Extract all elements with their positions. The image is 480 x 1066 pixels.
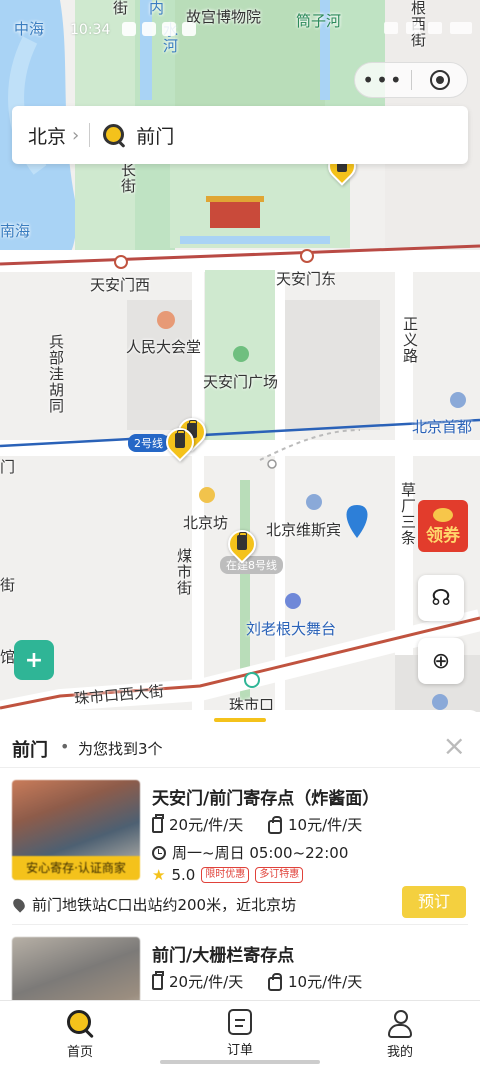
map-label-bingbu-hutong: 兵部洼胡同 <box>47 334 65 414</box>
luggage-icon <box>237 532 247 550</box>
luggage-icon <box>175 430 185 448</box>
chevron-right-icon: › <box>72 124 80 146</box>
signal-icon <box>428 22 442 34</box>
rating-value: 5.0 <box>171 866 196 884</box>
book-button[interactable]: 预订 <box>402 886 466 918</box>
price-suitcase: 20元/件/天 <box>152 813 244 835</box>
price-bag-text: 10元/件/天 <box>288 816 363 834</box>
close-miniprogram-button[interactable] <box>412 70 467 90</box>
map-label-guan: 馆 <box>0 648 16 666</box>
coupon-button[interactable]: 领券 <box>418 500 468 552</box>
headset-icon: ☊ <box>431 585 451 611</box>
locate-button[interactable]: ⊕ <box>418 638 464 684</box>
order-icon <box>228 1009 252 1035</box>
metro-line-2-badge: 2号线 <box>128 434 169 452</box>
bluetooth-icon <box>384 22 398 34</box>
price-bag: 10元/件/天 <box>268 971 362 992</box>
miniprogram-capsule: ••• <box>354 62 468 98</box>
results-title: 前门 <box>12 740 48 761</box>
map-label-tiananmen-east: 天安门东 <box>276 270 337 288</box>
limited-offer-badge: 限时优惠 <box>201 867 250 883</box>
tab-orders[interactable]: 订单 <box>160 1001 320 1066</box>
map-label-beijing-shoudu: 北京首都 <box>412 418 473 436</box>
close-circle-icon <box>429 70 450 90</box>
wifi-icon <box>406 22 420 34</box>
home-indicator <box>160 1060 320 1064</box>
bag-icon <box>268 972 282 991</box>
tab-home[interactable]: 首页 <box>0 1001 160 1066</box>
price-suitcase-text: 20元/件/天 <box>169 816 244 834</box>
map-label-meishi-street: 煤市街 <box>175 548 193 596</box>
star-icon: ★ <box>152 866 166 884</box>
search-bar[interactable]: 北京 › 前门 <box>12 106 468 164</box>
map-label-tiananmen-square: 天安门广场 <box>203 373 279 391</box>
status-bar: 10:34 <box>0 14 480 44</box>
store-photo <box>12 937 140 1002</box>
store-address: 前门地铁站C口出站约200米，近北京坊 <box>10 894 297 915</box>
suitcase-icon <box>152 970 164 990</box>
customer-service-button[interactable]: ☊ <box>418 575 464 621</box>
more-menu-button[interactable]: ••• <box>355 62 411 98</box>
storage-pin[interactable] <box>160 422 200 464</box>
tab-profile[interactable]: 我的 <box>320 1001 480 1066</box>
tab-home-label: 首页 <box>66 1045 93 1060</box>
business-hours: 周一~周日 05:00~22:00 <box>152 842 348 863</box>
multi-order-badge: 多订特惠 <box>255 867 304 883</box>
map-label-tiananmen-west: 天安门西 <box>90 276 151 294</box>
clock-icon <box>152 845 166 860</box>
locate-icon: ⊕ <box>431 648 451 674</box>
bag-icon <box>268 815 282 834</box>
price-bag: 10元/件/天 <box>268 814 362 835</box>
map-label-left-jie: 街 <box>0 576 16 594</box>
store-name: 天安门/前门寄存点（炸酱面） <box>152 789 380 809</box>
results-count: 为您找到3个 <box>78 740 163 758</box>
map-label-caochang: 草厂三条 <box>399 482 417 546</box>
search-divider <box>89 123 91 147</box>
map-label-liulaogen: 刘老根大舞台 <box>246 620 337 638</box>
sheet-header: 前门 • 为您找到3个 × <box>0 728 480 768</box>
sheet-drag-handle[interactable] <box>214 718 266 722</box>
suitcase-icon <box>152 813 164 833</box>
tab-profile-label: 我的 <box>386 1045 413 1060</box>
location-pin-icon <box>10 896 28 913</box>
card-divider <box>12 924 468 925</box>
bottom-tab-bar: 首页 订单 我的 <box>0 1000 480 1066</box>
system-icons <box>384 22 472 34</box>
status-time: 10:34 <box>70 22 111 38</box>
user-icon <box>387 1009 413 1038</box>
map-label-men: 门 <box>0 458 16 476</box>
price-suitcase-text: 20元/件/天 <box>169 973 244 991</box>
store-photo: 安心寄存·认证商家 <box>12 780 140 880</box>
map-label-weisibin: 北京维斯宾 <box>266 521 342 539</box>
business-hours-text: 周一~周日 05:00~22:00 <box>172 844 349 862</box>
store-name: 前门/大栅栏寄存点 <box>152 946 295 966</box>
close-icon[interactable]: × <box>443 732 466 760</box>
result-card[interactable]: 前门/大栅栏寄存点 20元/件/天 10元/件/天 <box>0 937 480 1002</box>
city-selector[interactable]: 北京 <box>12 122 66 149</box>
price-bag-text: 10元/件/天 <box>288 973 363 991</box>
home-search-icon <box>66 1009 94 1037</box>
result-card[interactable]: 安心寄存·认证商家 天安门/前门寄存点（炸酱面） 20元/件/天 10元/件/天… <box>0 780 480 930</box>
certified-merchant-tag: 安心寄存·认证商家 <box>12 856 140 880</box>
shield-icon[interactable]: + <box>14 640 54 680</box>
search-icon <box>102 123 126 147</box>
store-address-text: 前门地铁站C口出站约200米，近北京坊 <box>32 896 297 914</box>
price-suitcase: 20元/件/天 <box>152 970 244 992</box>
rating-row: ★ 5.0 限时优惠 多订特惠 <box>152 866 304 884</box>
results-sheet: 前门 • 为您找到3个 × 安心寄存·认证商家 天安门/前门寄存点（炸酱面） 2… <box>0 710 480 1002</box>
storage-pin[interactable] <box>222 524 262 566</box>
tab-orders-label: 订单 <box>226 1043 253 1058</box>
map-label-nanhai: 南海 <box>0 222 31 240</box>
map-label-renmin-dahuitang: 人民大会堂 <box>126 338 202 356</box>
search-input[interactable]: 前门 <box>136 122 174 149</box>
title-dot: • <box>60 737 70 756</box>
notification-icons <box>122 22 196 36</box>
map-label-nanchang: 长街 <box>119 162 137 194</box>
map-label-beijingfang: 北京坊 <box>183 514 229 532</box>
map-label-zhengyi-road: 正义路 <box>401 316 419 364</box>
battery-icon <box>450 22 472 34</box>
